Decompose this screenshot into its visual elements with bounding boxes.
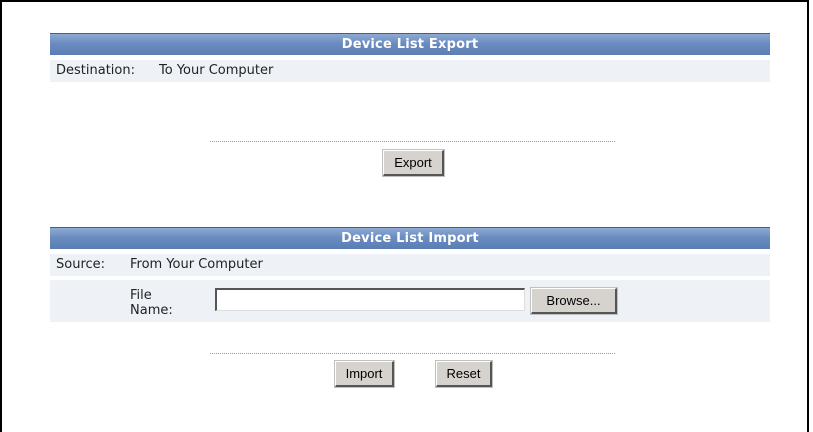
file-name-input[interactable] [215, 288, 525, 311]
browse-button[interactable]: Browse... [530, 287, 618, 315]
file-name-label: File Name: [130, 288, 173, 318]
import-section-title: Device List Import [341, 231, 479, 246]
destination-row: Destination: To Your Computer [50, 60, 770, 82]
import-button[interactable]: Import [334, 360, 395, 388]
source-row: Source: From Your Computer [50, 254, 770, 276]
reset-button[interactable]: Reset [435, 360, 493, 388]
import-divider [210, 353, 615, 354]
destination-label: Destination: [56, 63, 135, 78]
source-value: From Your Computer [130, 257, 263, 272]
export-section-title: Device List Export [341, 37, 479, 52]
export-section-header: Device List Export [50, 33, 770, 55]
import-section-header: Device List Import [50, 227, 770, 249]
export-button[interactable]: Export [382, 149, 445, 177]
destination-value: To Your Computer [159, 63, 274, 78]
source-label: Source: [56, 257, 106, 272]
export-divider [210, 141, 615, 142]
